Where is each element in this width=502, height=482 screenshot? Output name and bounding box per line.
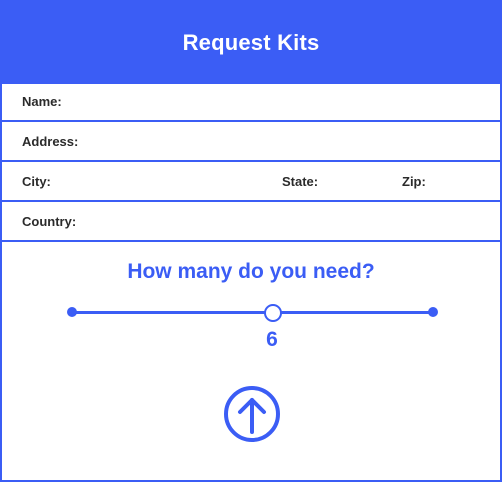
city-state-zip-row: City: State: Zip: (2, 162, 500, 202)
submit-button[interactable] (223, 385, 281, 443)
quantity-question: How many do you need? (127, 260, 375, 283)
page-title: Request Kits (182, 30, 320, 55)
name-field[interactable] (80, 88, 484, 116)
city-field[interactable] (62, 168, 266, 196)
city-label: City: (22, 174, 51, 189)
name-row: Name: (2, 82, 500, 122)
address-label: Address: (22, 134, 79, 149)
country-row: Country: (2, 202, 500, 242)
slider-track[interactable] (72, 311, 433, 314)
slider-min-dot (67, 307, 77, 317)
arrow-up-circle-icon (224, 386, 280, 442)
country-field[interactable] (90, 208, 484, 236)
header: Request Kits (2, 2, 500, 84)
country-label: Country: (22, 214, 77, 229)
state-field[interactable] (330, 168, 394, 196)
address-field[interactable] (94, 128, 484, 156)
slider-thumb[interactable] (264, 304, 282, 322)
zip-label: Zip: (402, 174, 426, 189)
slider-max-dot (428, 307, 438, 317)
address-row: Address: (2, 122, 500, 162)
request-kits-card: Request Kits Name: Address: City: State:… (0, 0, 502, 482)
zip-field[interactable] (434, 168, 494, 196)
quantity-value: 6 (266, 328, 278, 351)
state-label: State: (282, 174, 319, 189)
name-label: Name: (22, 94, 62, 109)
